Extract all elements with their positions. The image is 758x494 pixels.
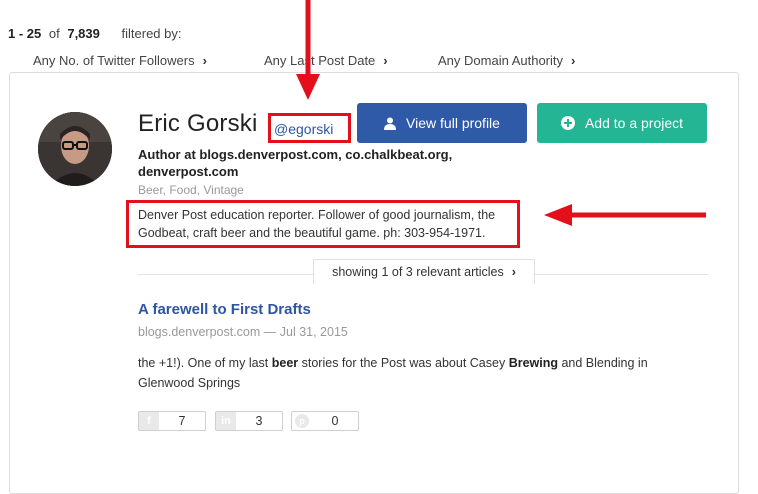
filter-twitter-followers[interactable]: Any No. of Twitter Followers ›: [33, 53, 207, 68]
profile-tags: Beer, Food, Vintage: [138, 183, 244, 197]
pinterest-icon: p: [295, 414, 309, 428]
results-range: 1 - 25: [8, 26, 42, 41]
share-count: 0: [331, 414, 339, 428]
avatar[interactable]: [38, 112, 112, 186]
plus-circle-icon: [560, 116, 575, 130]
filter-label: Any No. of Twitter Followers: [33, 53, 195, 68]
profile-name: Eric Gorski: [138, 110, 258, 137]
results-of: of: [48, 26, 60, 41]
chevron-right-icon: ›: [383, 53, 388, 68]
filter-label: Any Domain Authority: [438, 53, 564, 68]
chevron-right-icon: ›: [511, 265, 516, 279]
annotation-arrow-down: [296, 0, 320, 100]
facebook-share-count[interactable]: f 7: [138, 411, 206, 431]
results-total: 7,839: [67, 26, 100, 41]
author-title-line-1: Author at blogs.denverpost.com, co.chalk…: [138, 147, 453, 162]
annotation-arrow-left: [544, 204, 706, 226]
relevant-articles-toggle[interactable]: showing 1 of 3 relevant articles ›: [313, 259, 535, 284]
share-count: 7: [178, 414, 186, 428]
avatar-photo: [38, 112, 112, 186]
showing-post: relevant articles: [412, 265, 504, 279]
filter-bar: Any No. of Twitter Followers › Any Last P…: [0, 53, 758, 71]
article-title-link[interactable]: A farewell to First Drafts: [138, 301, 311, 318]
add-to-project-button[interactable]: Add to a project: [537, 103, 707, 143]
linkedin-icon: in: [216, 412, 236, 430]
snippet-text: the +1!). One of my last: [138, 356, 272, 370]
chevron-right-icon: ›: [202, 53, 207, 68]
author-title-line-2: denverpost.com: [138, 164, 239, 179]
add-to-project-label: Add to a project: [584, 115, 684, 131]
snippet-highlight: Brewing: [508, 356, 558, 370]
pinterest-share-count[interactable]: p 0: [291, 411, 359, 431]
article-snippet: the +1!). One of my last beer stories fo…: [138, 353, 668, 393]
article-meta: blogs.denverpost.com — Jul 31, 2015: [138, 325, 348, 339]
share-count: 3: [255, 414, 263, 428]
chevron-right-icon: ›: [571, 53, 576, 68]
snippet-text: stories for the Post was about Casey: [298, 356, 509, 370]
user-icon: [384, 117, 397, 130]
results-summary: 1 - 25 of 7,839 filtered by:: [8, 26, 182, 41]
linkedin-share-count[interactable]: in 3: [215, 411, 283, 431]
showing-count: 1 of 3: [381, 265, 413, 279]
snippet-highlight: beer: [271, 356, 299, 370]
twitter-handle-link[interactable]: @egorski: [274, 121, 333, 137]
filter-domain-authority[interactable]: Any Domain Authority ›: [438, 53, 575, 68]
facebook-icon: f: [139, 412, 159, 430]
filtered-by-label: filtered by:: [121, 26, 182, 41]
view-full-profile-label: View full profile: [406, 115, 500, 131]
profile-bio: Denver Post education reporter. Follower…: [138, 208, 496, 240]
view-full-profile-button[interactable]: View full profile: [357, 103, 527, 143]
showing-pre: showing: [332, 265, 382, 279]
